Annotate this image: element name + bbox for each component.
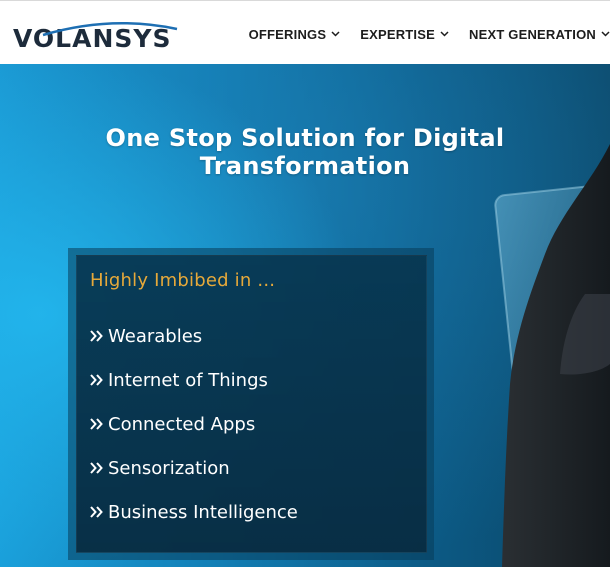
double-chevron-right-icon xyxy=(90,418,103,430)
list-item-label: Internet of Things xyxy=(108,369,268,391)
site-header: VOLANSYS OFFERINGS EXPERTISE NEXT GENERA… xyxy=(0,0,610,64)
list-item-label: Sensorization xyxy=(108,457,230,479)
chevron-down-icon xyxy=(331,31,340,37)
double-chevron-right-icon xyxy=(90,462,103,474)
list-item[interactable]: Sensorization xyxy=(90,446,298,490)
list-item[interactable]: Connected Apps xyxy=(90,402,298,446)
list-item-label: Business Intelligence xyxy=(108,501,298,523)
double-chevron-right-icon xyxy=(90,374,103,386)
list-item[interactable]: Wearables xyxy=(90,314,298,358)
expertise-list: Wearables Internet of Things Connected A… xyxy=(90,314,298,534)
list-item-label: Wearables xyxy=(108,325,203,347)
list-item-label: Connected Apps xyxy=(108,413,256,435)
hero-banner: One Stop Solution for Digital Transforma… xyxy=(0,64,610,567)
main-nav: OFFERINGS EXPERTISE NEXT GENERATION xyxy=(249,26,610,42)
chevron-down-icon xyxy=(440,31,449,37)
chevron-down-icon xyxy=(601,31,610,37)
nav-expertise[interactable]: EXPERTISE xyxy=(360,27,449,42)
panel-heading: Highly Imbibed in ... xyxy=(90,270,276,291)
nav-next-generation[interactable]: NEXT GENERATION xyxy=(469,27,610,42)
list-item[interactable]: Business Intelligence xyxy=(90,490,298,534)
nav-offerings-label: OFFERINGS xyxy=(248,26,327,42)
logo-swoosh-icon xyxy=(42,21,178,37)
person-with-tablet-image xyxy=(494,144,610,567)
double-chevron-right-icon xyxy=(90,506,103,518)
nav-next-generation-label: NEXT GENERATION xyxy=(469,26,596,42)
nav-expertise-label: EXPERTISE xyxy=(360,26,435,42)
brand-logo[interactable]: VOLANSYS xyxy=(13,21,178,53)
expertise-panel: Highly Imbibed in ... Wearables Internet… xyxy=(76,255,427,553)
list-item[interactable]: Internet of Things xyxy=(90,358,298,402)
double-chevron-right-icon xyxy=(90,330,103,342)
nav-offerings[interactable]: OFFERINGS xyxy=(249,27,341,42)
